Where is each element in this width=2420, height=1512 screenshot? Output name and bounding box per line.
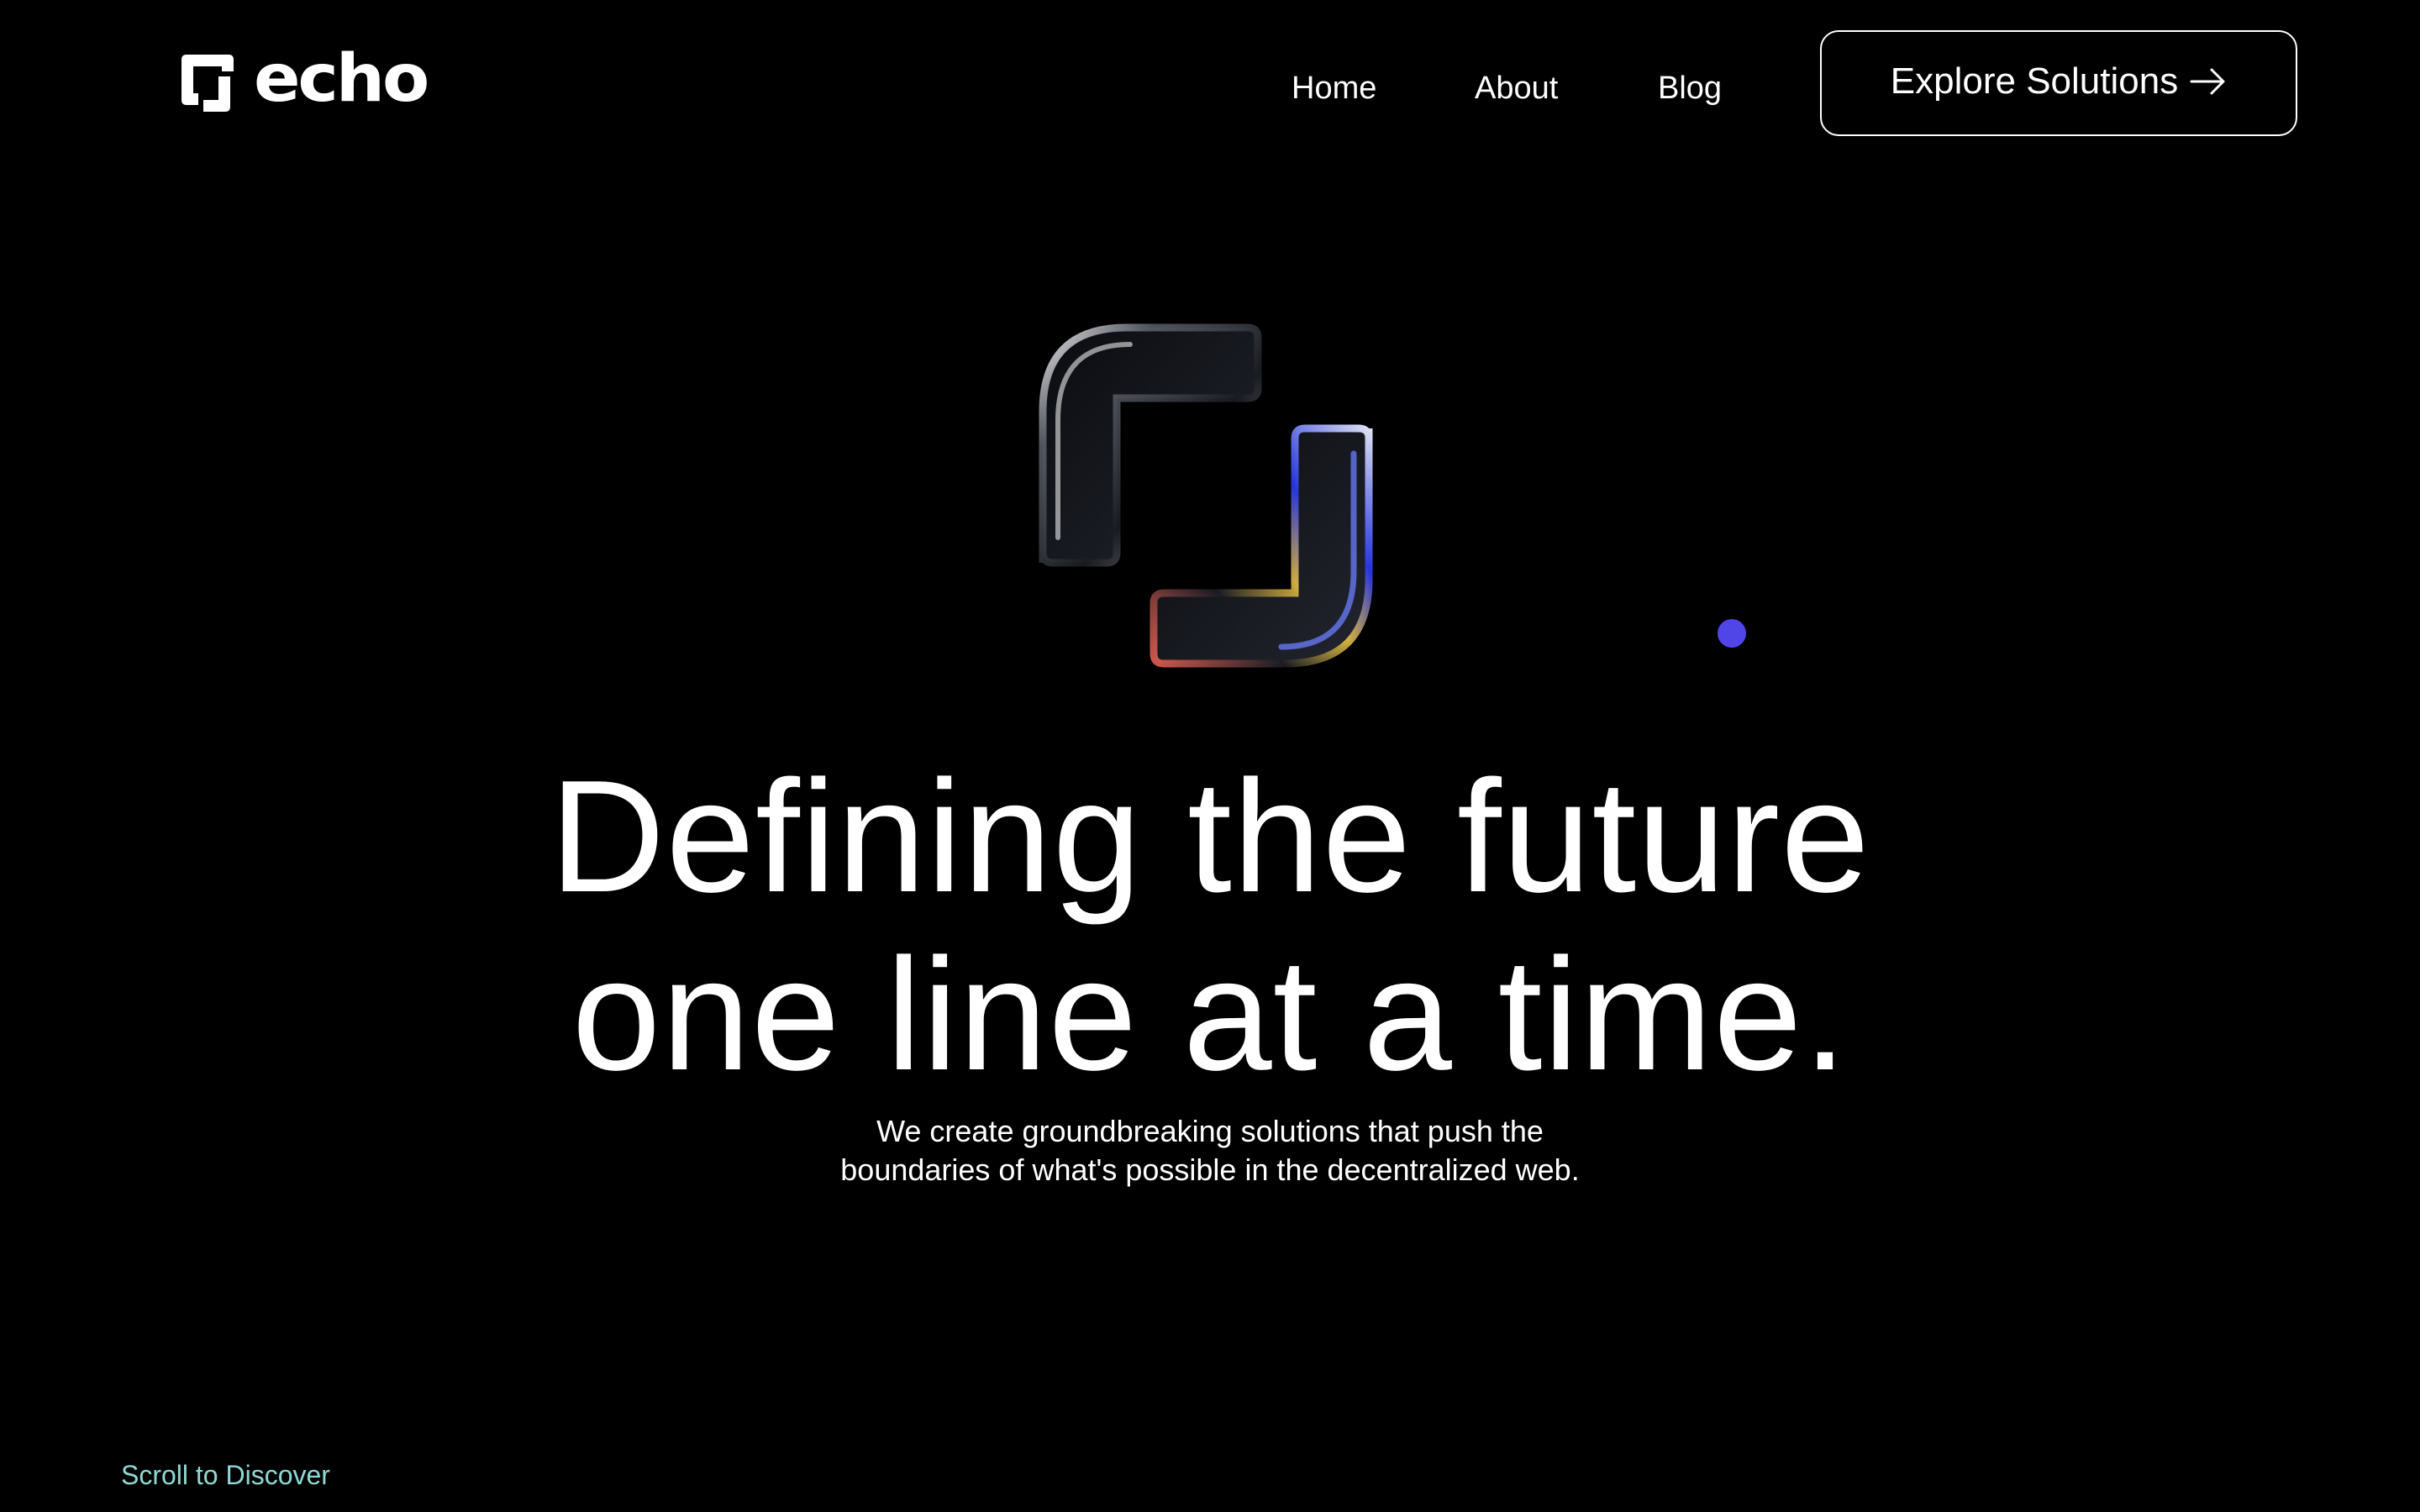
brand-name: echo — [254, 41, 429, 117]
nav-about-link[interactable]: About — [1475, 67, 1558, 109]
nav-home-link[interactable]: Home — [1292, 67, 1376, 109]
hero-headline-line-2: one line at a time. — [571, 926, 1849, 1104]
logo[interactable]: echo — [175, 46, 429, 116]
scroll-to-discover-link[interactable]: Scroll to Discover — [121, 1458, 330, 1492]
nav-blog-link[interactable]: Blog — [1658, 67, 1722, 109]
hero-headline-line-1: Defining the future — [550, 748, 1870, 926]
explore-solutions-label: Explore Solutions — [1890, 60, 2179, 102]
cursor-dot — [1718, 619, 1746, 648]
hero-subtitle-line-1: We create groundbreaking solutions that … — [876, 1114, 1544, 1148]
echo-logo-mark-icon — [182, 55, 234, 112]
hero-headline: Defining the future one line at a time. — [0, 748, 2420, 1104]
arrow-right-icon — [2190, 68, 2225, 95]
glass-brackets-icon — [1039, 323, 1373, 668]
hero-subtitle: We create groundbreaking solutions that … — [790, 1112, 1630, 1189]
hero-subtitle-line-2: boundaries of what's possible in the dec… — [840, 1152, 1580, 1187]
explore-solutions-button[interactable]: Explore Solutions — [1820, 30, 2297, 136]
